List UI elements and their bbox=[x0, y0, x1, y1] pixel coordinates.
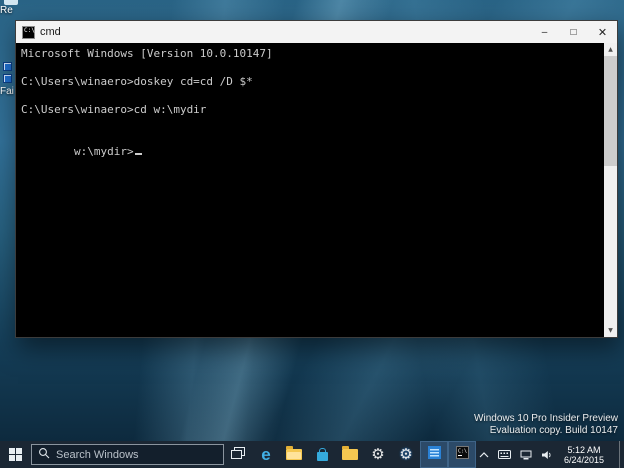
tray-expand-button[interactable] bbox=[479, 451, 489, 458]
network-icon bbox=[520, 450, 532, 459]
cmd-icon: C:\ bbox=[455, 445, 469, 464]
store-icon bbox=[316, 447, 328, 461]
watermark: Windows 10 Pro Insider Preview Evaluatio… bbox=[474, 413, 618, 437]
file-explorer-icon bbox=[286, 446, 302, 460]
console-prompt-line: w:\mydir> bbox=[21, 131, 599, 173]
file-explorer-button[interactable] bbox=[280, 441, 308, 468]
clock[interactable]: 5:12 AM 6/24/2015 bbox=[562, 445, 606, 465]
desktop: Re Fai Windows 10 Pro Insider Preview Ev… bbox=[0, 0, 624, 441]
search-placeholder: Search Windows bbox=[56, 448, 139, 461]
store-button[interactable] bbox=[308, 441, 336, 468]
desktop-icon-recycle-bin[interactable]: Re bbox=[0, 0, 18, 16]
folder-button[interactable] bbox=[336, 441, 364, 468]
volume-button[interactable] bbox=[541, 450, 553, 460]
cmd-window: cmd – □ ✕ Microsoft Windows [Version 10.… bbox=[15, 20, 618, 338]
gear-icon: ⚙ bbox=[399, 446, 413, 463]
watermark-line2: Evaluation copy. Build 10147 bbox=[489, 425, 618, 436]
console-cursor bbox=[134, 153, 142, 155]
folder-icon bbox=[342, 446, 358, 460]
task-view-button[interactable] bbox=[224, 441, 252, 468]
app-window-icon bbox=[427, 445, 441, 464]
maximize-button[interactable]: □ bbox=[559, 21, 588, 43]
volume-icon bbox=[541, 450, 551, 459]
search-box[interactable]: Search Windows bbox=[31, 444, 224, 465]
console-line: C:\Users\winaero>cd w:\mydir bbox=[21, 103, 207, 116]
scrollbar-thumb[interactable] bbox=[604, 56, 617, 166]
settings-button[interactable]: ⚙ bbox=[364, 441, 392, 468]
windows-logo-icon bbox=[8, 448, 22, 461]
app-window-button[interactable] bbox=[420, 441, 448, 468]
scrollbar[interactable]: ▲ ▼ bbox=[604, 43, 617, 337]
desktop-icon-fai[interactable]: Fai bbox=[0, 62, 14, 97]
cmd-titlebar[interactable]: cmd – □ ✕ bbox=[16, 21, 617, 43]
svg-text:C:\: C:\ bbox=[458, 448, 467, 454]
task-view-icon bbox=[231, 446, 245, 464]
edge-icon: e bbox=[261, 445, 271, 464]
tools-button[interactable]: ⚙ bbox=[392, 441, 420, 468]
watermark-line1: Windows 10 Pro Insider Preview bbox=[474, 413, 618, 424]
system-tray: 5:12 AM 6/24/2015 bbox=[479, 441, 624, 468]
console-line: C:\Users\winaero>doskey cd=cd /D $* bbox=[21, 75, 253, 88]
gear-icon: ⚙ bbox=[371, 446, 385, 463]
minimize-button[interactable]: – bbox=[530, 21, 559, 43]
desktop-icon-label: Fai bbox=[0, 86, 14, 97]
scroll-up-icon[interactable]: ▲ bbox=[604, 43, 617, 56]
window-title: cmd bbox=[40, 26, 61, 38]
chevron-up-icon bbox=[479, 451, 489, 457]
desktop-icon-label: Re bbox=[0, 5, 13, 16]
start-button[interactable] bbox=[0, 441, 30, 468]
touch-keyboard-button[interactable] bbox=[497, 450, 511, 459]
close-button[interactable]: ✕ bbox=[588, 21, 617, 43]
search-icon bbox=[38, 446, 50, 464]
console-output[interactable]: Microsoft Windows [Version 10.0.10147] C… bbox=[16, 43, 617, 337]
cmd-icon bbox=[22, 25, 35, 39]
taskbar: Search Windows e ⚙ ⚙ C:\ 5:12 AM 6/24/20… bbox=[0, 441, 624, 468]
shortcut-icon bbox=[3, 62, 12, 83]
show-desktop-button[interactable] bbox=[619, 441, 624, 468]
edge-button[interactable]: e bbox=[252, 441, 280, 468]
scroll-down-icon[interactable]: ▼ bbox=[604, 324, 617, 337]
network-button[interactable] bbox=[520, 450, 532, 460]
keyboard-icon bbox=[497, 450, 511, 459]
tray-date: 6/24/2015 bbox=[563, 454, 604, 465]
tray-time: 5:12 AM bbox=[567, 444, 601, 455]
cmd-taskbar-button[interactable]: C:\ bbox=[448, 441, 476, 468]
console-prompt: w:\mydir> bbox=[73, 145, 134, 158]
console-line: Microsoft Windows [Version 10.0.10147] bbox=[21, 47, 273, 60]
